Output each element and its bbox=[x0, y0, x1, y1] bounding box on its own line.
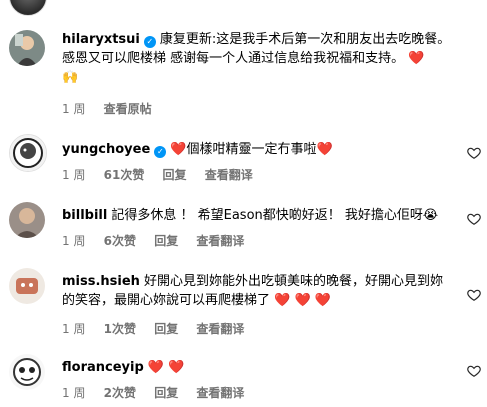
likes-count[interactable]: 61次赞 bbox=[104, 168, 145, 182]
avatar[interactable] bbox=[9, 354, 45, 390]
likes-count[interactable]: 1次赞 bbox=[104, 322, 136, 336]
translate-button[interactable]: 查看翻译 bbox=[205, 168, 253, 182]
avatar[interactable] bbox=[9, 30, 45, 66]
avatar[interactable] bbox=[9, 268, 45, 304]
username[interactable]: floranceyip bbox=[62, 360, 144, 375]
comment-body: miss.hsieh 好開心見到妳能外出吃頓美味的晚餐，好開心見到妳的笑容，最開心… bbox=[62, 272, 455, 310]
reply-button[interactable]: 回复 bbox=[154, 386, 178, 400]
like-heart-icon[interactable] bbox=[467, 288, 481, 302]
like-heart-icon[interactable] bbox=[467, 212, 481, 226]
timestamp[interactable]: 1 周 bbox=[62, 386, 85, 400]
comment-body: yungchoyee ✓ ❤️個樣咁精靈一定冇事啦❤️ bbox=[62, 140, 455, 159]
likes-count[interactable]: 6次赞 bbox=[104, 234, 136, 248]
translate-button[interactable]: 查看翻译 bbox=[196, 234, 244, 248]
username[interactable]: hilaryxtsui bbox=[62, 32, 140, 47]
timestamp[interactable]: 1 周 bbox=[62, 234, 85, 248]
comment-meta: 1 周 1次赞 回复 查看翻译 bbox=[62, 320, 258, 337]
like-heart-icon[interactable] bbox=[467, 146, 481, 160]
translate-button[interactable]: 查看翻译 bbox=[196, 322, 244, 336]
comment-meta: 1 周 6次赞 回复 查看翻译 bbox=[62, 232, 258, 249]
reply-button[interactable]: 回复 bbox=[154, 322, 178, 336]
like-heart-icon[interactable] bbox=[467, 364, 481, 378]
comment-meta: 1 周 查看原帖 bbox=[62, 100, 166, 117]
username[interactable]: yungchoyee bbox=[62, 142, 150, 157]
translate-button[interactable]: 查看翻译 bbox=[196, 386, 244, 400]
comment-meta: 1 周 61次赞 回复 查看翻译 bbox=[62, 166, 267, 183]
username[interactable]: billbill bbox=[62, 208, 107, 223]
comment-body: hilaryxtsui ✓ 康复更新:这是我手术后第一次和朋友出去吃晚餐。感恩又可以… bbox=[62, 30, 455, 87]
comment-text: ❤️個樣咁精靈一定冇事啦❤️ bbox=[170, 142, 333, 157]
reply-button[interactable]: 回复 bbox=[154, 234, 178, 248]
comment-body: billbill 記得多休息 ！ 希望Eason都快啲好返！ 我好擔心佢呀😭 bbox=[62, 206, 455, 225]
timestamp[interactable]: 1 周 bbox=[62, 168, 85, 182]
comment-body: floranceyip ❤️ ❤️ bbox=[62, 358, 455, 377]
comment-emoji: 🙌 bbox=[62, 70, 79, 85]
verified-badge-icon: ✓ bbox=[143, 36, 156, 48]
view-original-link[interactable]: 查看原帖 bbox=[104, 102, 152, 116]
timestamp[interactable]: 1 周 bbox=[62, 102, 85, 116]
comment-meta: 1 周 2次赞 回复 查看翻译 bbox=[62, 384, 258, 401]
timestamp[interactable]: 1 周 bbox=[62, 322, 85, 336]
reply-button[interactable]: 回复 bbox=[163, 168, 187, 182]
verified-badge-icon: ✓ bbox=[154, 146, 167, 158]
avatar[interactable] bbox=[9, 0, 47, 16]
avatar[interactable] bbox=[9, 202, 45, 238]
username[interactable]: miss.hsieh bbox=[62, 274, 140, 289]
comment-text: 記得多休息 ！ 希望Eason都快啲好返！ 我好擔心佢呀😭 bbox=[111, 208, 439, 223]
comment-text: ❤️ ❤️ bbox=[147, 360, 185, 375]
likes-count[interactable]: 2次赞 bbox=[104, 386, 136, 400]
avatar[interactable] bbox=[9, 134, 47, 172]
